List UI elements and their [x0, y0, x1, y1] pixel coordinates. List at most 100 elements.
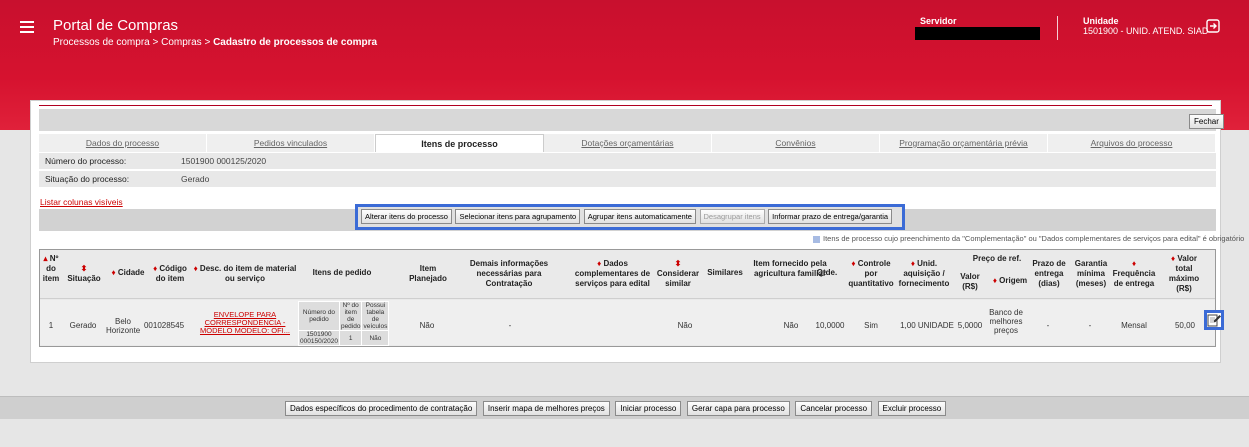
desagrupar-itens-button[interactable]: Desagrupar itens: [699, 209, 765, 224]
col-item-planejado[interactable]: Item Planejado: [406, 264, 450, 284]
edit-icon: [1207, 314, 1221, 327]
situacao-processo-label: Situação do processo:: [45, 174, 130, 184]
col-desc[interactable]: ♦ Desc. do item de material ou serviço: [192, 264, 298, 284]
fechar-button[interactable]: Fechar: [1189, 114, 1224, 129]
cell-garantia: -: [1088, 321, 1092, 330]
cell-unid: 1,00 UNIDADE: [900, 321, 954, 330]
sort-icon: ♦: [597, 259, 602, 268]
sort-icon: ⬍: [80, 264, 88, 273]
col-prazo[interactable]: Prazo de entrega (dias): [1032, 259, 1066, 289]
agrupar-itens-button[interactable]: Agrupar itens automaticamente: [583, 209, 696, 224]
col-itens-pedido[interactable]: Itens de pedido: [302, 268, 382, 278]
item-description-link[interactable]: ENVELOPE PARA CORRESPONDENCIA - MODELO M…: [192, 311, 298, 335]
cell-valor-total: 50,00: [1174, 321, 1196, 330]
cell-prazo: -: [1046, 321, 1050, 330]
sort-icon: ▴: [43, 254, 48, 263]
servidor-label: Servidor: [920, 16, 957, 26]
col-cidade[interactable]: ♦ Cidade: [106, 268, 150, 278]
itens-pedido-subtable: Número do pedido Nº do item de pedido Po…: [298, 301, 390, 346]
numero-processo-value: 1501900 000125/2020: [181, 156, 267, 166]
sort-icon: ♦: [1131, 259, 1137, 268]
cell-considerar: Não: [677, 321, 693, 330]
col-valor-total[interactable]: ♦ Valor total máximo (R$): [1167, 254, 1201, 294]
sub-header-possui-tabela: Possui tabela de veículos: [361, 301, 390, 331]
cell-numero-pedido: 1501900 000150/2020: [298, 330, 340, 346]
col-frequencia[interactable]: ♦ Frequência de entrega: [1111, 259, 1157, 289]
tab-convenios[interactable]: Convênios: [712, 134, 880, 152]
col-similares[interactable]: Similares: [704, 268, 746, 278]
cancelar-processo-button[interactable]: Cancelar processo: [795, 401, 873, 416]
cell-possui-tabela: Não: [361, 330, 390, 346]
cell-qtde: 10,0000: [815, 321, 845, 330]
cell-situacao: Gerado: [69, 321, 97, 330]
informar-prazo-button[interactable]: Informar prazo de entrega/garantia: [768, 209, 893, 224]
header-divider: [1057, 16, 1058, 40]
situacao-processo-value: Gerado: [181, 174, 210, 184]
tab-itens-processo[interactable]: Itens de processo: [375, 134, 544, 152]
selecionar-itens-button[interactable]: Selecionar itens para agrupamento: [455, 209, 581, 224]
header-divider: [40, 298, 1215, 299]
dados-especificos-button[interactable]: Dados específicos do procedimento de con…: [285, 401, 478, 416]
inserir-mapa-button[interactable]: Inserir mapa de melhores preços: [482, 401, 610, 416]
col-controle[interactable]: ♦ Controle por quantitativo: [846, 259, 896, 289]
col-codigo[interactable]: ♦ Código do item: [148, 264, 192, 284]
col-situacao[interactable]: ⬍ Situação: [64, 264, 104, 284]
exit-icon[interactable]: [1206, 19, 1220, 33]
col-unid[interactable]: ♦ Unid. aquisição / fornecimento: [898, 259, 950, 289]
iniciar-processo-button[interactable]: Iniciar processo: [615, 401, 682, 416]
col-dados-compl[interactable]: ♦ Dados complementares de serviços para …: [565, 259, 660, 289]
cell-item-fornecido: Não: [783, 321, 799, 330]
sort-icon: ♦: [851, 259, 856, 268]
sort-icon: ♦: [1171, 254, 1176, 263]
col-qtde[interactable]: Qtde.: [812, 268, 842, 278]
sub-header-numero-pedido: Número do pedido: [298, 301, 340, 331]
sort-icon: ⬍: [674, 259, 682, 268]
main-panel: Fechar Dados do processo Pedidos vincula…: [30, 100, 1244, 363]
col-origem[interactable]: ♦ Origem: [984, 276, 1036, 286]
col-garantia[interactable]: Garantia mínima (meses): [1073, 259, 1109, 289]
col-valor[interactable]: Valor (R$): [958, 272, 982, 292]
cell-cidade: Belo Horizonte: [106, 317, 141, 335]
col-demais-info[interactable]: Demais informações necessárias para Cont…: [460, 259, 558, 289]
cell-controle: Sim: [864, 321, 878, 330]
menu-icon[interactable]: [20, 21, 34, 33]
numero-processo-row: Número do processo: 1501900 000125/2020: [39, 153, 1216, 170]
item-actions-group: Alterar itens do processo Selecionar ite…: [355, 204, 905, 230]
excluir-processo-button[interactable]: Excluir processo: [877, 401, 947, 416]
tab-arquivos[interactable]: Arquivos do processo: [1048, 134, 1216, 152]
unidade-value: 1501900 - UNID. ATEND. SIAD: [1083, 26, 1209, 36]
cell-n-item-pedido: 1: [338, 330, 363, 346]
alterar-itens-button[interactable]: Alterar itens do processo: [361, 209, 452, 224]
cell-n-item: 1: [48, 321, 54, 330]
breadcrumb: Processos de compra > Compras > Cadastro…: [53, 37, 377, 48]
sub-header-n-item-pedido: Nº do item de pedido: [338, 301, 363, 331]
servidor-redacted-value: [915, 27, 1040, 40]
tab-dotacoes[interactable]: Dotações orçamentárias: [544, 134, 712, 152]
footer-bar: Dados específicos do procedimento de con…: [0, 396, 1249, 419]
sort-icon: ♦: [992, 276, 997, 285]
legend-swatch: [813, 235, 820, 243]
sort-icon: ♦: [111, 268, 116, 277]
cell-item-planejado: Não: [419, 321, 435, 330]
tab-dados-processo[interactable]: Dados do processo: [39, 134, 207, 152]
listar-colunas-link[interactable]: Listar colunas visíveis: [40, 197, 123, 207]
tab-pedidos-vinculados[interactable]: Pedidos vinculados: [207, 134, 375, 152]
numero-processo-label: Número do processo:: [45, 156, 127, 166]
col-considerar[interactable]: ⬍ Considerar similar: [654, 259, 702, 289]
cell-valor: 5,0000: [957, 321, 983, 330]
table-row[interactable]: 1 Gerado Belo Horizonte 001028545 ENVELO…: [40, 300, 1224, 346]
edit-item-button[interactable]: [1204, 310, 1224, 330]
app-title: Portal de Compras: [53, 17, 179, 34]
tab-programacao[interactable]: Programação orçamentária prévia: [880, 134, 1048, 152]
sort-icon: ♦: [910, 259, 915, 268]
sort-icon: ♦: [153, 264, 158, 273]
footer-actions: Dados específicos do procedimento de con…: [285, 401, 949, 416]
legend: Itens de processo cujo preenchimento da …: [813, 234, 1244, 243]
cell-frequencia: Mensal: [1121, 321, 1147, 330]
col-n-item[interactable]: ▴ Nº do item: [42, 254, 60, 284]
itens-table: ▴ Nº do item ⬍ Situação ♦ Cidade ♦ Códig…: [39, 249, 1224, 347]
sort-icon: ♦: [193, 264, 198, 273]
breadcrumb-path: Processos de compra > Compras >: [53, 37, 214, 48]
gerar-capa-button[interactable]: Gerar capa para processo: [686, 401, 790, 416]
panel-divider: [39, 105, 1212, 106]
